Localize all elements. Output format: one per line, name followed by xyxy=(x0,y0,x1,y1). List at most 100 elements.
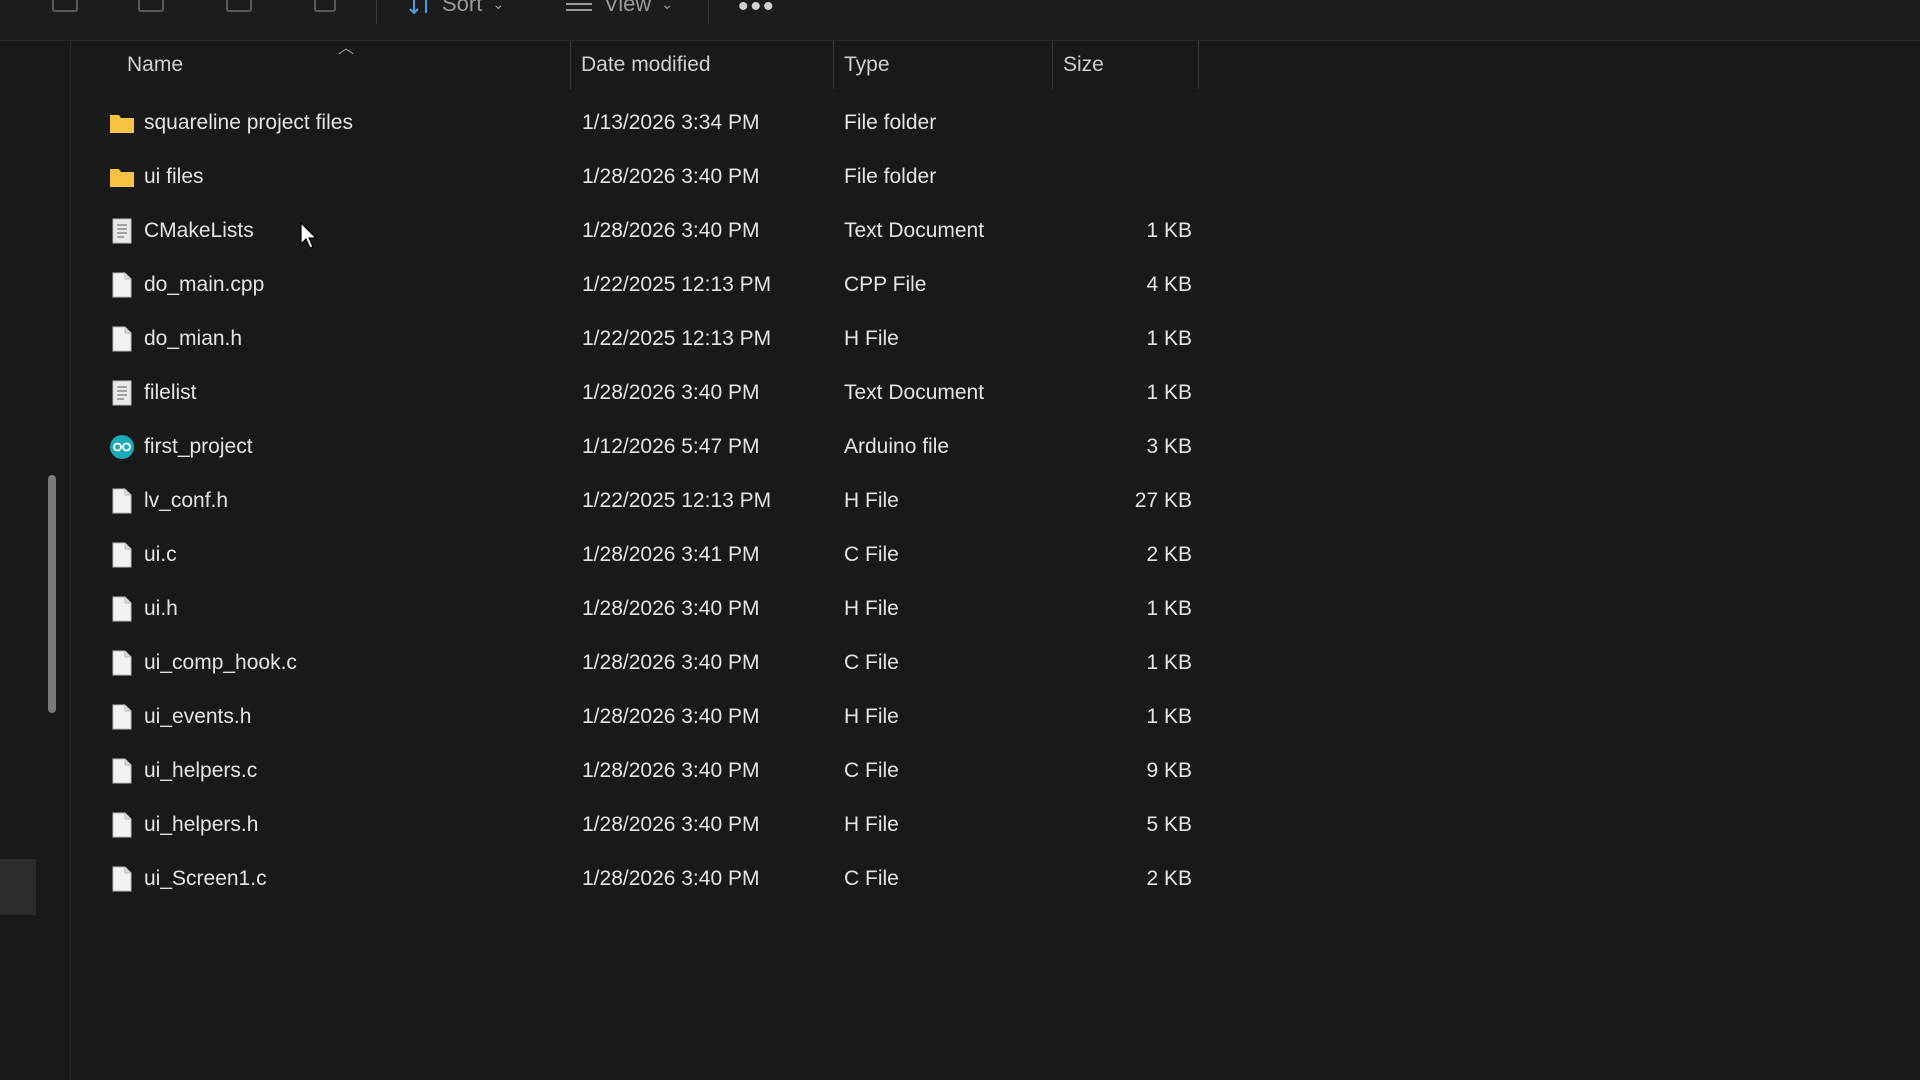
file-row[interactable]: ui_events.h 1/28/2026 3:40 PM H File 1 KB xyxy=(71,690,1201,744)
copy-icon[interactable] xyxy=(138,0,164,12)
file-date-modified: 1/28/2026 3:40 PM xyxy=(582,219,760,242)
file-row[interactable]: ui_Screen1.c 1/28/2026 3:40 PM C File 2 KB xyxy=(71,852,1201,906)
file-type: H File xyxy=(844,705,899,728)
file-name: ui files xyxy=(144,165,204,188)
file-row[interactable]: ui.c 1/28/2026 3:41 PM C File 2 KB xyxy=(71,528,1201,582)
file-row[interactable]: squareline project files 1/13/2026 3:34 P… xyxy=(71,96,1201,150)
file-date-modified: 1/22/2025 12:13 PM xyxy=(582,327,772,350)
file-size: 3 KB xyxy=(1146,435,1192,458)
arduino-icon xyxy=(109,434,135,460)
file-name: ui_Screen1.c xyxy=(144,867,267,890)
file-icon xyxy=(109,758,135,784)
folder-icon xyxy=(109,164,135,190)
file-row[interactable]: ui_helpers.h 1/28/2026 3:40 PM H File 5 KB xyxy=(71,798,1201,852)
file-type: C File xyxy=(844,759,899,782)
file-icon xyxy=(109,812,135,838)
file-date-modified: 1/22/2025 12:13 PM xyxy=(582,273,772,296)
file-name: lv_conf.h xyxy=(144,489,229,512)
nav-scrollbar[interactable] xyxy=(48,475,56,713)
nav-selected-item[interactable] xyxy=(0,859,36,915)
file-date-modified: 1/13/2026 3:34 PM xyxy=(582,111,760,134)
file-size: 1 KB xyxy=(1146,651,1192,674)
file-row[interactable]: lv_conf.h 1/22/2025 12:13 PM H File 27 KB xyxy=(71,474,1201,528)
file-name: CMakeLists xyxy=(144,219,254,242)
file-size: 9 KB xyxy=(1146,759,1192,782)
command-bar: Sort ⌄ View ⌄ ••• xyxy=(0,0,1920,41)
column-name-label: Name xyxy=(127,53,184,76)
file-size: 1 KB xyxy=(1146,327,1192,350)
toolbar-divider xyxy=(708,0,709,24)
column-type[interactable]: Type xyxy=(833,41,1052,89)
file-icon xyxy=(109,488,135,514)
cut-icon[interactable] xyxy=(52,0,78,12)
column-size-label: Size xyxy=(1063,53,1104,76)
file-size: 2 KB xyxy=(1146,543,1192,566)
view-button[interactable]: View ⌄ xyxy=(564,0,673,16)
file-row[interactable]: do_mian.h 1/22/2025 12:13 PM H File 1 KB xyxy=(71,312,1201,366)
file-type: Text Document xyxy=(844,219,985,242)
file-size: 1 KB xyxy=(1146,219,1192,242)
column-date-label: Date modified xyxy=(581,53,711,76)
mouse-cursor-icon xyxy=(300,222,318,249)
file-type: C File xyxy=(844,651,899,674)
file-type: Text Document xyxy=(844,381,985,404)
file-row[interactable]: CMakeLists 1/28/2026 3:40 PM Text Document… xyxy=(71,204,1201,258)
file-row[interactable]: first_project 1/12/2026 5:47 PM Arduino fi… xyxy=(71,420,1201,474)
delete-icon[interactable] xyxy=(314,0,336,12)
file-type: File folder xyxy=(844,165,937,188)
column-type-label: Type xyxy=(844,53,890,76)
share-icon[interactable] xyxy=(226,0,252,12)
file-date-modified: 1/28/2026 3:41 PM xyxy=(582,543,760,566)
file-type: C File xyxy=(844,543,899,566)
file-date-modified: 1/28/2026 3:40 PM xyxy=(582,651,760,674)
file-row[interactable]: ui files 1/28/2026 3:40 PM File folder xyxy=(71,150,1201,204)
more-options-button[interactable]: ••• xyxy=(738,0,776,24)
navigation-pane xyxy=(0,41,71,1080)
column-date-modified[interactable]: Date modified xyxy=(570,41,833,89)
view-label: View xyxy=(604,0,652,16)
file-row[interactable]: filelist 1/28/2026 3:40 PM Text Document 1 … xyxy=(71,366,1201,420)
file-size: 5 KB xyxy=(1146,813,1192,836)
file-type: C File xyxy=(844,867,899,890)
file-row[interactable]: ui_comp_hook.c 1/28/2026 3:40 PM C File 1 K… xyxy=(71,636,1201,690)
file-icon xyxy=(109,866,135,892)
file-type: Arduino file xyxy=(844,435,950,458)
view-icon xyxy=(564,0,594,14)
file-row[interactable]: ui.h 1/28/2026 3:40 PM H File 1 KB xyxy=(71,582,1201,636)
file-icon xyxy=(109,326,135,352)
file-row[interactable]: ui_helpers.c 1/28/2026 3:40 PM C File 9 KB xyxy=(71,744,1201,798)
text-document-icon xyxy=(109,380,135,406)
file-type: CPP File xyxy=(844,273,927,296)
file-name: ui.c xyxy=(144,543,177,566)
text-document-icon xyxy=(109,218,135,244)
file-date-modified: 1/22/2025 12:13 PM xyxy=(582,489,772,512)
column-header: Name ︿ Date modified Type Size xyxy=(71,41,1201,89)
file-icon xyxy=(109,272,135,298)
file-type: H File xyxy=(844,597,899,620)
file-icon xyxy=(109,596,135,622)
file-name: squareline project files xyxy=(144,111,353,134)
file-name: filelist xyxy=(144,381,197,404)
file-type: File folder xyxy=(844,111,937,134)
file-icon xyxy=(109,542,135,568)
file-name: ui_helpers.h xyxy=(144,813,259,836)
file-date-modified: 1/28/2026 3:40 PM xyxy=(582,867,760,890)
file-name: do_mian.h xyxy=(144,327,243,350)
column-size[interactable]: Size xyxy=(1052,41,1199,89)
file-type: H File xyxy=(844,489,899,512)
sort-label: Sort xyxy=(442,0,483,16)
chevron-down-icon: ⌄ xyxy=(492,0,505,12)
file-size: 4 KB xyxy=(1146,273,1192,296)
file-size: 1 KB xyxy=(1146,705,1192,728)
file-size: 2 KB xyxy=(1146,867,1192,890)
chevron-down-icon: ⌄ xyxy=(661,0,674,12)
sort-button[interactable]: Sort ⌄ xyxy=(408,0,504,16)
file-name: ui_helpers.c xyxy=(144,759,258,782)
file-name: ui_comp_hook.c xyxy=(144,651,297,674)
file-row[interactable]: do_main.cpp 1/22/2025 12:13 PM CPP File 4 K… xyxy=(71,258,1201,312)
file-date-modified: 1/28/2026 3:40 PM xyxy=(582,813,760,836)
file-icon xyxy=(109,650,135,676)
file-date-modified: 1/28/2026 3:40 PM xyxy=(582,597,760,620)
file-size: 27 KB xyxy=(1134,489,1192,512)
file-name: ui_events.h xyxy=(144,705,252,728)
